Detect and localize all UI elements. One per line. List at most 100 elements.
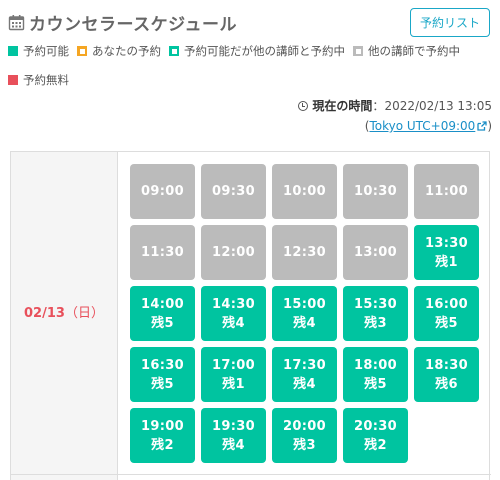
legend-item: 他の講師で予約中 [353, 41, 460, 61]
slot-time: 18:30 [425, 357, 468, 373]
reservation-list-button[interactable]: 予約リスト [410, 8, 490, 37]
slot-time: 14:30 [212, 296, 255, 312]
slot-remaining: 残4 [222, 315, 245, 331]
slot-time: 18:00 [354, 357, 397, 373]
external-link-icon[interactable] [477, 117, 487, 131]
schedule-table: 02/13（日） 09:00 09:30 10:00 10:30 11:00 11:30 1… [10, 151, 491, 480]
current-time-value: 2022/02/13 13:05 [384, 99, 492, 113]
slot-remaining: 残4 [293, 376, 316, 392]
slot-time: 13:00 [354, 245, 397, 260]
legend-label: 予約可能 [23, 44, 69, 58]
legend-item: 予約無料 [8, 70, 69, 90]
legend-swatch [77, 46, 87, 56]
legend-row: 予約可能 あなたの予約 予約可能だが他の講師と予約中 他の講師で予約中 [8, 41, 488, 61]
slot-time: 15:00 [283, 296, 326, 312]
slot-remaining: 残2 [364, 437, 387, 453]
timezone-row: (Tokyo UTC+09:00) [298, 116, 492, 136]
slot-time: 11:30 [141, 245, 184, 260]
timezone-close-paren: ) [487, 119, 492, 133]
current-time-info: 現在の時間：2022/02/13 13:05 (Tokyo UTC+09:00) [298, 96, 492, 136]
day-of-week: （日） [64, 306, 104, 321]
time-slot-1700[interactable]: 17:00 残1 [201, 347, 266, 402]
slot-remaining: 残3 [293, 437, 316, 453]
slot-remaining: 残1 [222, 376, 245, 392]
slot-remaining: 残1 [435, 254, 458, 270]
legend-swatch [169, 46, 179, 56]
slot-time: 10:30 [354, 184, 397, 199]
legend-item: 予約可能だが他の講師と予約中 [169, 41, 345, 61]
slot-time: 19:30 [212, 418, 255, 434]
slot-time: 13:30 [425, 235, 468, 251]
slot-time: 19:00 [141, 418, 184, 434]
slot-remaining: 残5 [151, 376, 174, 392]
time-slot-1930[interactable]: 19:30 残4 [201, 408, 266, 463]
time-slot-1500[interactable]: 15:00 残4 [272, 286, 337, 341]
current-time-label: 現在の時間 [312, 99, 373, 113]
legend-label: 予約可能だが他の講師と予約中 [184, 44, 345, 58]
time-slot-0900: 09:00 [130, 164, 195, 219]
title-group: カウンセラースケジュール [8, 10, 237, 35]
slot-time: 09:00 [141, 184, 184, 199]
slot-time: 16:00 [425, 296, 468, 312]
legend-item: あなたの予約 [77, 41, 161, 61]
clock-icon [298, 101, 309, 111]
date-cell: 02/13（日） [11, 152, 118, 480]
time-slot-1730[interactable]: 17:30 残4 [272, 347, 337, 402]
date-value: 02/13 [24, 306, 65, 321]
legend-item: 予約可能 [8, 41, 69, 61]
time-slot-1830[interactable]: 18:30 残6 [414, 347, 479, 402]
slot-remaining: 残5 [364, 376, 387, 392]
time-slot-1330[interactable]: 13:30 残1 [414, 225, 479, 280]
slot-time: 12:00 [212, 245, 255, 260]
slot-remaining: 残5 [435, 315, 458, 331]
slot-time: 20:00 [283, 418, 326, 434]
time-slot-1300: 13:00 [343, 225, 408, 280]
time-slot-1030: 10:30 [343, 164, 408, 219]
legend-label: 予約無料 [23, 73, 69, 87]
slot-time: 10:00 [283, 184, 326, 199]
slot-remaining: 残6 [435, 376, 458, 392]
legend-swatch [8, 46, 18, 56]
slot-remaining: 残5 [151, 315, 174, 331]
legend: 予約可能 あなたの予約 予約可能だが他の講師と予約中 他の講師で予約中予約無料 [8, 41, 488, 99]
time-slot-2000[interactable]: 20:00 残3 [272, 408, 337, 463]
slot-time: 11:00 [425, 184, 468, 199]
slot-remaining: 残4 [293, 315, 316, 331]
slot-remaining: 残2 [151, 437, 174, 453]
time-slot-1900[interactable]: 19:00 残2 [130, 408, 195, 463]
slot-time: 12:30 [283, 245, 326, 260]
schedule-date: 02/13（日） [11, 302, 117, 321]
time-slot-1530[interactable]: 15:30 残3 [343, 286, 408, 341]
time-slot-0930: 09:30 [201, 164, 266, 219]
time-slot-1630[interactable]: 16:30 残5 [130, 347, 195, 402]
legend-swatch [353, 46, 363, 56]
slot-remaining: 残4 [222, 437, 245, 453]
slot-time: 17:30 [283, 357, 326, 373]
time-slot-1100: 11:00 [414, 164, 479, 219]
time-slot-2030[interactable]: 20:30 残2 [343, 408, 408, 463]
time-slot-1800[interactable]: 18:00 残5 [343, 347, 408, 402]
slot-time: 16:30 [141, 357, 184, 373]
slot-time: 09:30 [212, 184, 255, 199]
row-divider [11, 474, 491, 475]
time-slot-1130: 11:30 [130, 225, 195, 280]
legend-row: 予約無料 [8, 70, 488, 90]
header: カウンセラースケジュール 予約リスト [8, 6, 492, 37]
timezone-link[interactable]: Tokyo UTC+09:00 [369, 119, 475, 133]
slot-time: 20:30 [354, 418, 397, 434]
slot-time: 14:00 [141, 296, 184, 312]
current-time-separator: ： [372, 99, 385, 113]
time-slot-1230: 12:30 [272, 225, 337, 280]
time-slot-1600[interactable]: 16:00 残5 [414, 286, 479, 341]
calendar-icon [8, 14, 25, 31]
slot-time: 17:00 [212, 357, 255, 373]
slot-time: 15:30 [354, 296, 397, 312]
time-slot-1430[interactable]: 14:30 残4 [201, 286, 266, 341]
time-slot-1400[interactable]: 14:00 残5 [130, 286, 195, 341]
time-slot-1200: 12:00 [201, 225, 266, 280]
legend-label: 他の講師で予約中 [368, 44, 460, 58]
page-title: カウンセラースケジュール [29, 15, 237, 35]
slot-remaining: 残3 [364, 315, 387, 331]
current-time-row: 現在の時間：2022/02/13 13:05 [298, 96, 492, 116]
time-slot-1000: 10:00 [272, 164, 337, 219]
